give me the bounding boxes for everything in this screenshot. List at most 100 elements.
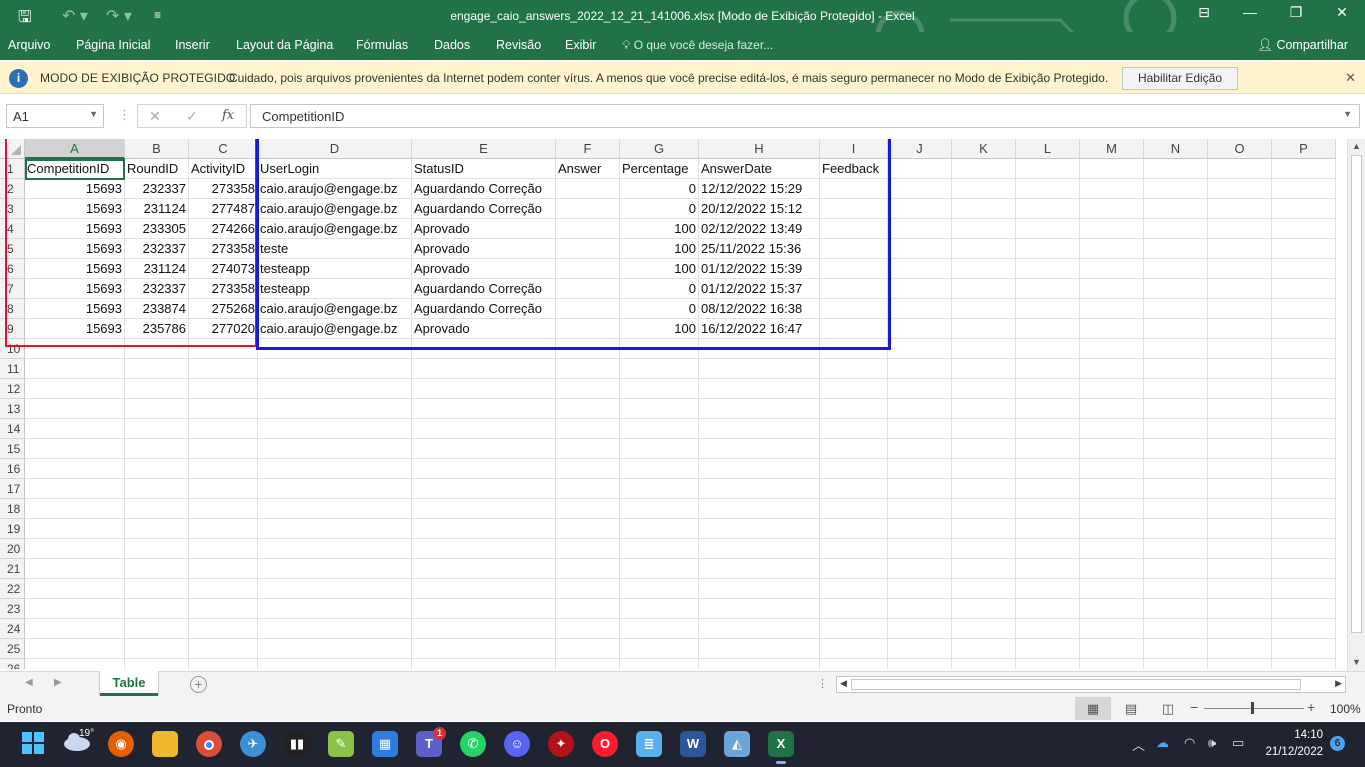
data-cell[interactable]: 100: [620, 239, 699, 259]
empty-cell[interactable]: [25, 539, 125, 559]
whatsapp-icon[interactable]: ✆: [460, 731, 486, 757]
empty-cell[interactable]: [952, 599, 1016, 619]
empty-cell[interactable]: [25, 359, 125, 379]
row-header-12[interactable]: 12: [0, 379, 25, 399]
empty-cell[interactable]: [1208, 639, 1272, 659]
row-header-6[interactable]: 6: [0, 259, 25, 279]
empty-cell[interactable]: [1080, 439, 1144, 459]
row-header-5[interactable]: 5: [0, 239, 25, 259]
data-cell[interactable]: [556, 259, 620, 279]
empty-cell[interactable]: [1080, 339, 1144, 359]
row-header-17[interactable]: 17: [0, 479, 25, 499]
data-cell[interactable]: [820, 259, 888, 279]
empty-cell[interactable]: [1272, 639, 1336, 659]
empty-cell[interactable]: [258, 479, 412, 499]
scroll-thumb[interactable]: [1351, 155, 1362, 633]
volume-icon[interactable]: 🕪︎: [1208, 735, 1216, 751]
row-header-18[interactable]: 18: [0, 499, 25, 519]
empty-cell[interactable]: [1272, 379, 1336, 399]
data-cell[interactable]: 0: [620, 279, 699, 299]
empty-cell[interactable]: [952, 199, 1016, 219]
tab-layout-da-pagina[interactable]: Layout da Página: [236, 38, 333, 52]
empty-cell[interactable]: [952, 299, 1016, 319]
empty-cell[interactable]: [820, 519, 888, 539]
empty-cell[interactable]: [952, 399, 1016, 419]
empty-cell[interactable]: [952, 159, 1016, 179]
empty-cell[interactable]: [125, 659, 189, 669]
header-cell[interactable]: StatusID: [412, 159, 556, 179]
empty-cell[interactable]: [952, 579, 1016, 599]
row-header-3[interactable]: 3: [0, 199, 25, 219]
empty-cell[interactable]: [1208, 239, 1272, 259]
empty-cell[interactable]: [620, 359, 699, 379]
empty-cell[interactable]: [1080, 499, 1144, 519]
empty-cell[interactable]: [1144, 459, 1208, 479]
row-header-4[interactable]: 4: [0, 219, 25, 239]
tab-arquivo[interactable]: Arquivo: [8, 38, 50, 52]
empty-cell[interactable]: [556, 539, 620, 559]
zoom-level[interactable]: 100%: [1330, 702, 1361, 716]
empty-cell[interactable]: [1144, 179, 1208, 199]
scroll-left-icon[interactable]: ◀: [840, 678, 847, 689]
empty-cell[interactable]: [1016, 159, 1080, 179]
empty-cell[interactable]: [888, 619, 952, 639]
empty-cell[interactable]: [556, 479, 620, 499]
data-cell[interactable]: [820, 319, 888, 339]
empty-cell[interactable]: [888, 539, 952, 559]
data-cell[interactable]: 235786: [125, 319, 189, 339]
page-layout-view-icon[interactable]: ▤: [1113, 697, 1149, 720]
data-cell[interactable]: 12/12/2022 15:29: [699, 179, 820, 199]
header-cell[interactable]: AnswerDate: [699, 159, 820, 179]
empty-cell[interactable]: [1272, 199, 1336, 219]
clock-time[interactable]: 14:10: [1280, 729, 1323, 741]
header-cell[interactable]: UserLogin: [258, 159, 412, 179]
empty-cell[interactable]: [888, 659, 952, 669]
excel-icon[interactable]: X: [768, 731, 794, 764]
zoom-out-icon[interactable]: −: [1190, 699, 1198, 715]
empty-cell[interactable]: [125, 359, 189, 379]
empty-cell[interactable]: [620, 379, 699, 399]
empty-cell[interactable]: [125, 379, 189, 399]
empty-cell[interactable]: [1144, 539, 1208, 559]
empty-cell[interactable]: [1272, 399, 1336, 419]
data-cell[interactable]: 02/12/2022 13:49: [699, 219, 820, 239]
data-cell[interactable]: 15693: [25, 319, 125, 339]
empty-cell[interactable]: [25, 419, 125, 439]
empty-cell[interactable]: [820, 439, 888, 459]
empty-cell[interactable]: [258, 559, 412, 579]
empty-cell[interactable]: [1272, 219, 1336, 239]
empty-cell[interactable]: [125, 439, 189, 459]
empty-cell[interactable]: [952, 379, 1016, 399]
empty-cell[interactable]: [1208, 259, 1272, 279]
empty-cell[interactable]: [25, 619, 125, 639]
empty-cell[interactable]: [820, 379, 888, 399]
data-cell[interactable]: [556, 199, 620, 219]
empty-cell[interactable]: [1208, 439, 1272, 459]
empty-cell[interactable]: [1272, 499, 1336, 519]
data-cell[interactable]: 233874: [125, 299, 189, 319]
column-header-p[interactable]: P: [1272, 139, 1336, 159]
empty-cell[interactable]: [556, 419, 620, 439]
empty-cell[interactable]: [1016, 419, 1080, 439]
empty-cell[interactable]: [820, 539, 888, 559]
data-cell[interactable]: 0: [620, 199, 699, 219]
row-header-14[interactable]: 14: [0, 419, 25, 439]
empty-cell[interactable]: [1016, 399, 1080, 419]
data-cell[interactable]: 274073: [189, 259, 258, 279]
empty-cell[interactable]: [888, 159, 952, 179]
empty-cell[interactable]: [556, 619, 620, 639]
row-header-19[interactable]: 19: [0, 519, 25, 539]
empty-cell[interactable]: [888, 279, 952, 299]
data-cell[interactable]: testeapp: [258, 279, 412, 299]
data-cell[interactable]: Aguardando Correção: [412, 279, 556, 299]
empty-cell[interactable]: [699, 539, 820, 559]
column-header-e[interactable]: E: [412, 139, 556, 159]
column-header-o[interactable]: O: [1208, 139, 1272, 159]
empty-cell[interactable]: [556, 519, 620, 539]
row-header-7[interactable]: 7: [0, 279, 25, 299]
data-cell[interactable]: 15693: [25, 279, 125, 299]
empty-cell[interactable]: [952, 439, 1016, 459]
empty-cell[interactable]: [25, 519, 125, 539]
empty-cell[interactable]: [412, 439, 556, 459]
data-cell[interactable]: 15693: [25, 259, 125, 279]
